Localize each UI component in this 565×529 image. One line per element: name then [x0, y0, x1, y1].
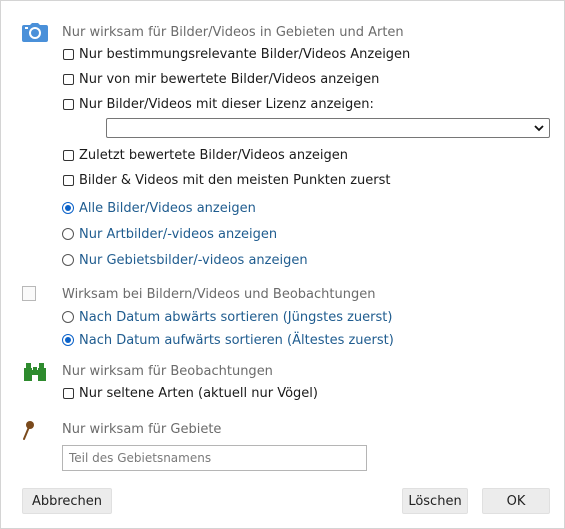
section-areas-title: Nur wirksam für Gebiete	[62, 422, 222, 437]
broken-image-icon	[22, 286, 36, 301]
radio-label: Alle Bilder/Videos anzeigen	[79, 200, 256, 216]
radio-label: Nach Datum aufwärts sortieren (Ältestes …	[79, 332, 394, 348]
checkbox-row-relevant[interactable]: Nur bestimmungsrelevante Bilder/Videos A…	[63, 45, 410, 63]
checkbox[interactable]	[63, 48, 74, 60]
checkbox-row-most-points[interactable]: Bilder & Videos mit den meisten Punkten …	[63, 171, 390, 189]
area-name-input[interactable]: Teil des Gebietsnamens	[62, 445, 367, 471]
checkbox-label: Zuletzt bewertete Bilder/Videos anzeigen	[79, 147, 349, 163]
checkbox-label: Nur bestimmungsrelevante Bilder/Videos A…	[79, 46, 411, 62]
radio-button-checked[interactable]	[62, 334, 74, 346]
radio-row-all-media[interactable]: Alle Bilder/Videos anzeigen	[62, 199, 256, 217]
checkbox-label: Nur Bilder/Videos mit dieser Lizenz anze…	[79, 96, 374, 112]
radio-row-sort-desc[interactable]: Nach Datum abwärts sortieren (Jüngstes z…	[62, 308, 392, 326]
license-select[interactable]	[106, 118, 550, 138]
filter-dialog: Nur wirksam für Bilder/Videos in Gebiete…	[0, 0, 565, 529]
delete-button[interactable]: Löschen	[402, 488, 468, 514]
binoculars-icon	[23, 362, 47, 386]
section-media-title: Nur wirksam für Bilder/Videos in Gebiete…	[62, 25, 404, 40]
radio-label: Nur Gebietsbilder/-videos anzeigen	[79, 252, 308, 268]
radio-label: Nur Artbilder/-videos anzeigen	[79, 226, 278, 242]
area-name-placeholder: Teil des Gebietsnamens	[69, 451, 212, 465]
checkbox-row-rated-by-me[interactable]: Nur von mir bewertete Bilder/Videos anze…	[63, 70, 379, 88]
checkbox-label: Bilder & Videos mit den meisten Punkten …	[79, 172, 391, 188]
checkbox-row-last-rated[interactable]: Zuletzt bewertete Bilder/Videos anzeigen	[63, 146, 348, 164]
radio-button[interactable]	[62, 311, 74, 323]
section-sort-title: Wirksam bei Bildern/Videos und Beobachtu…	[62, 287, 376, 302]
camera-icon	[22, 22, 48, 46]
checkbox[interactable]	[63, 73, 74, 85]
checkbox-row-rare-species[interactable]: Nur seltene Arten (aktuell nur Vögel)	[63, 384, 318, 402]
ok-button[interactable]: OK	[482, 488, 550, 514]
checkbox[interactable]	[63, 149, 74, 161]
cancel-button[interactable]: Abbrechen	[22, 488, 112, 514]
chevron-down-icon	[533, 122, 545, 138]
radio-button[interactable]	[62, 228, 74, 240]
checkbox-label: Nur von mir bewertete Bilder/Videos anze…	[79, 71, 380, 87]
radio-button-checked[interactable]	[62, 202, 74, 214]
checkbox[interactable]	[63, 174, 74, 186]
checkbox-row-license[interactable]: Nur Bilder/Videos mit dieser Lizenz anze…	[63, 95, 374, 113]
checkbox[interactable]	[63, 387, 74, 399]
section-observations-title: Nur wirksam für Beobachtungen	[62, 364, 273, 379]
radio-label: Nach Datum abwärts sortieren (Jüngstes z…	[79, 309, 393, 325]
radio-row-sort-asc[interactable]: Nach Datum aufwärts sortieren (Ältestes …	[62, 331, 394, 349]
radio-button[interactable]	[62, 254, 74, 266]
radio-row-area-media[interactable]: Nur Gebietsbilder/-videos anzeigen	[62, 251, 308, 269]
radio-row-species-media[interactable]: Nur Artbilder/-videos anzeigen	[62, 225, 277, 243]
checkbox-label: Nur seltene Arten (aktuell nur Vögel)	[79, 385, 318, 401]
map-pin-icon	[21, 420, 35, 444]
checkbox[interactable]	[63, 98, 74, 110]
